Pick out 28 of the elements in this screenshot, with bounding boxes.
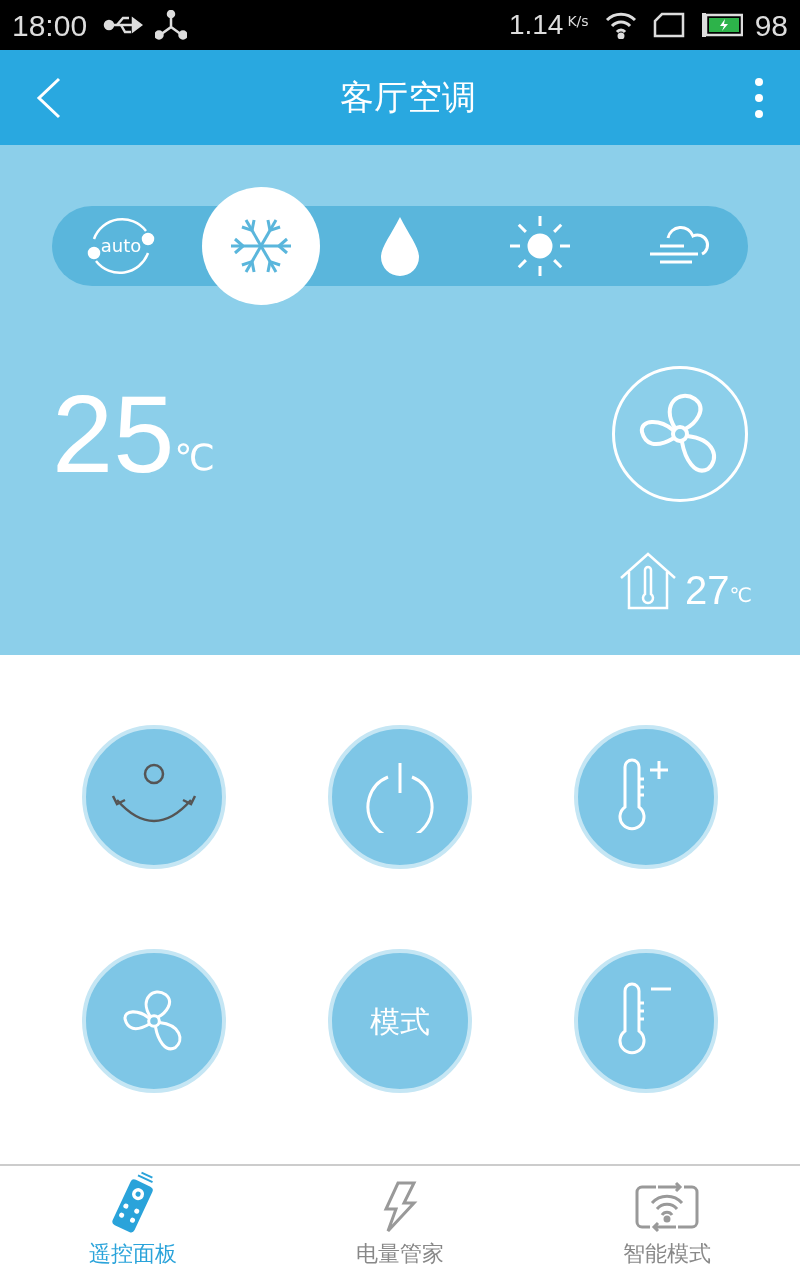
mode-label: auto bbox=[100, 237, 142, 255]
indoor-temperature: 27 bbox=[685, 570, 730, 610]
temperature-unit: ℃ bbox=[174, 436, 215, 480]
wifi-swap-icon bbox=[633, 1181, 700, 1233]
water-drop-icon bbox=[379, 215, 421, 277]
battery-level: 98 bbox=[754, 7, 788, 44]
fan-speed-button[interactable] bbox=[612, 366, 748, 502]
more-icon bbox=[754, 76, 764, 119]
status-time: 18:00 bbox=[12, 7, 88, 44]
mode-button[interactable]: 模式 bbox=[328, 949, 472, 1093]
mode-button[interactable]: auto bbox=[62, 187, 180, 305]
set-temperature: 25 bbox=[52, 379, 175, 489]
power-icon bbox=[364, 761, 436, 833]
tab[interactable]: 遥控面板 bbox=[0, 1166, 267, 1280]
back-icon bbox=[36, 76, 62, 119]
sim-card-icon bbox=[652, 12, 685, 38]
tab[interactable]: 智能模式 bbox=[533, 1166, 800, 1280]
network-hub-icon bbox=[155, 10, 188, 40]
indoor-temperature-unit: ℃ bbox=[729, 582, 752, 609]
header-title: 客厅空调 bbox=[340, 76, 476, 119]
indoor-thermometer-icon bbox=[619, 552, 678, 610]
network-speed: 1.14 bbox=[508, 8, 564, 42]
back-button[interactable] bbox=[36, 76, 62, 119]
battery-icon bbox=[700, 13, 743, 37]
wifi-icon bbox=[604, 11, 637, 39]
tab[interactable]: 电量管家 bbox=[266, 1166, 534, 1280]
more-button[interactable] bbox=[754, 76, 764, 119]
network-speed-unit: K/s bbox=[567, 11, 589, 31]
